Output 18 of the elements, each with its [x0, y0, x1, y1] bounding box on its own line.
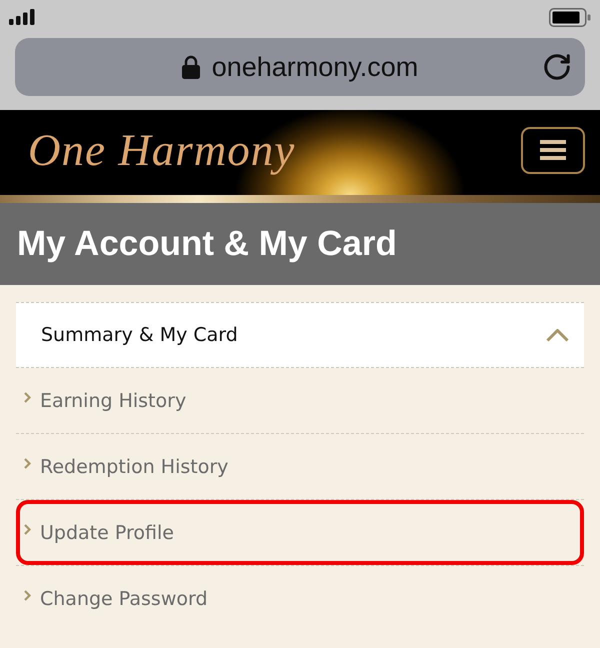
- signal-icon: [9, 9, 36, 25]
- battery-icon: [549, 8, 591, 26]
- chevron-right-icon: [24, 458, 31, 468]
- chevron-right-icon: [24, 392, 31, 402]
- menu-button[interactable]: [521, 126, 585, 174]
- chevron-right-icon: [24, 590, 31, 600]
- page-title: My Account & My Card: [17, 224, 397, 264]
- site-logo[interactable]: One Harmony: [28, 124, 296, 176]
- reload-icon[interactable]: [542, 52, 572, 82]
- highlighted-menu-item[interactable]: Update Profile: [16, 500, 584, 565]
- menu-item[interactable]: Redemption History: [16, 434, 584, 499]
- menu-item[interactable]: Earning History: [16, 368, 584, 433]
- address-bar[interactable]: oneharmony.com: [15, 38, 585, 96]
- url-text: oneharmony.com: [212, 52, 418, 82]
- menu-item[interactable]: Change Password: [16, 566, 584, 631]
- menu-section-header[interactable]: Summary & My Card: [16, 302, 584, 368]
- menu-icon: [540, 140, 566, 160]
- chevron-right-icon: [24, 524, 31, 534]
